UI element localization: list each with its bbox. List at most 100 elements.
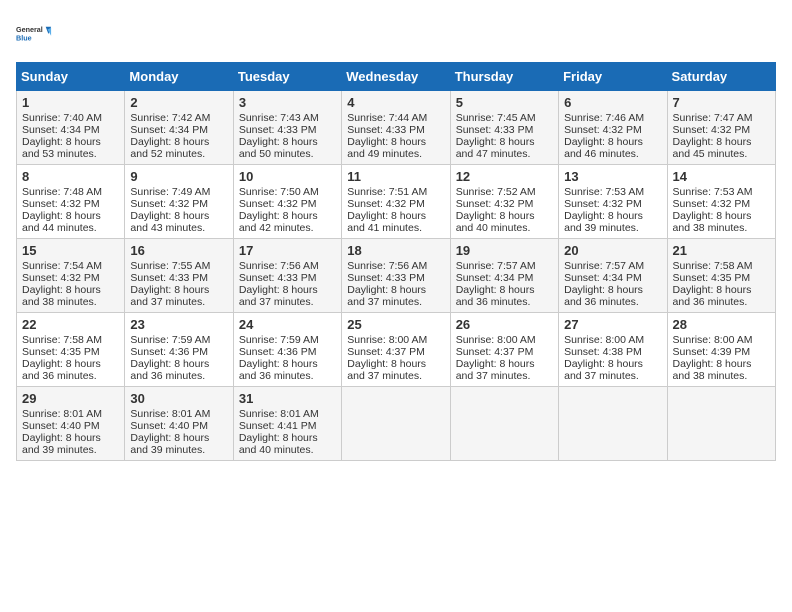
- day-info: and 36 minutes.: [673, 296, 770, 308]
- calendar-cell: 9Sunrise: 7:49 AMSunset: 4:32 PMDaylight…: [125, 165, 233, 239]
- day-info: Sunset: 4:39 PM: [673, 346, 770, 358]
- calendar-cell: 29Sunrise: 8:01 AMSunset: 4:40 PMDayligh…: [17, 387, 125, 461]
- day-number: 11: [347, 169, 444, 184]
- day-info: Sunrise: 7:40 AM: [22, 112, 119, 124]
- day-info: and 52 minutes.: [130, 148, 227, 160]
- day-info: Daylight: 8 hours: [673, 358, 770, 370]
- calendar-cell: 15Sunrise: 7:54 AMSunset: 4:32 PMDayligh…: [17, 239, 125, 313]
- calendar-cell: 20Sunrise: 7:57 AMSunset: 4:34 PMDayligh…: [559, 239, 667, 313]
- day-info: Sunset: 4:37 PM: [347, 346, 444, 358]
- day-info: Sunset: 4:34 PM: [22, 124, 119, 136]
- day-info: Daylight: 8 hours: [239, 284, 336, 296]
- day-info: and 39 minutes.: [564, 222, 661, 234]
- day-info: and 36 minutes.: [130, 370, 227, 382]
- day-info: Daylight: 8 hours: [239, 432, 336, 444]
- calendar-cell: [559, 387, 667, 461]
- day-number: 21: [673, 243, 770, 258]
- day-info: Sunset: 4:32 PM: [673, 124, 770, 136]
- day-number: 16: [130, 243, 227, 258]
- day-info: Sunrise: 8:00 AM: [347, 334, 444, 346]
- logo: GeneralBlue: [16, 16, 52, 52]
- calendar-cell: [450, 387, 558, 461]
- day-info: Sunrise: 7:46 AM: [564, 112, 661, 124]
- day-number: 20: [564, 243, 661, 258]
- day-info: Sunrise: 8:01 AM: [130, 408, 227, 420]
- day-info: Daylight: 8 hours: [456, 136, 553, 148]
- day-info: Daylight: 8 hours: [239, 136, 336, 148]
- day-info: Daylight: 8 hours: [564, 358, 661, 370]
- day-info: Sunset: 4:40 PM: [22, 420, 119, 432]
- calendar-cell: 26Sunrise: 8:00 AMSunset: 4:37 PMDayligh…: [450, 313, 558, 387]
- day-number: 15: [22, 243, 119, 258]
- day-info: Sunset: 4:36 PM: [130, 346, 227, 358]
- day-info: Daylight: 8 hours: [347, 358, 444, 370]
- day-info: Sunrise: 7:59 AM: [130, 334, 227, 346]
- day-info: Daylight: 8 hours: [22, 210, 119, 222]
- day-info: Daylight: 8 hours: [130, 432, 227, 444]
- day-info: Sunset: 4:32 PM: [22, 272, 119, 284]
- day-info: and 50 minutes.: [239, 148, 336, 160]
- day-info: Sunrise: 7:51 AM: [347, 186, 444, 198]
- day-number: 12: [456, 169, 553, 184]
- day-info: Daylight: 8 hours: [130, 284, 227, 296]
- day-info: Sunset: 4:32 PM: [130, 198, 227, 210]
- day-number: 5: [456, 95, 553, 110]
- day-number: 31: [239, 391, 336, 406]
- day-info: and 36 minutes.: [456, 296, 553, 308]
- day-info: and 37 minutes.: [130, 296, 227, 308]
- day-info: and 38 minutes.: [673, 222, 770, 234]
- weekday-header-tuesday: Tuesday: [233, 63, 341, 91]
- calendar-cell: 18Sunrise: 7:56 AMSunset: 4:33 PMDayligh…: [342, 239, 450, 313]
- day-info: Sunrise: 8:00 AM: [564, 334, 661, 346]
- day-number: 4: [347, 95, 444, 110]
- day-info: and 38 minutes.: [673, 370, 770, 382]
- day-info: Sunset: 4:32 PM: [347, 198, 444, 210]
- weekday-header-wednesday: Wednesday: [342, 63, 450, 91]
- day-info: Sunrise: 7:53 AM: [564, 186, 661, 198]
- day-info: Sunrise: 7:52 AM: [456, 186, 553, 198]
- day-info: and 46 minutes.: [564, 148, 661, 160]
- calendar-cell: 31Sunrise: 8:01 AMSunset: 4:41 PMDayligh…: [233, 387, 341, 461]
- calendar-cell: 10Sunrise: 7:50 AMSunset: 4:32 PMDayligh…: [233, 165, 341, 239]
- day-number: 19: [456, 243, 553, 258]
- day-info: Sunset: 4:36 PM: [239, 346, 336, 358]
- day-info: Daylight: 8 hours: [564, 136, 661, 148]
- day-number: 24: [239, 317, 336, 332]
- day-info: Sunrise: 7:57 AM: [564, 260, 661, 272]
- day-info: and 39 minutes.: [130, 444, 227, 456]
- day-info: Daylight: 8 hours: [130, 210, 227, 222]
- day-info: Sunset: 4:41 PM: [239, 420, 336, 432]
- calendar-cell: 3Sunrise: 7:43 AMSunset: 4:33 PMDaylight…: [233, 91, 341, 165]
- day-number: 13: [564, 169, 661, 184]
- day-info: Sunset: 4:32 PM: [22, 198, 119, 210]
- day-info: and 53 minutes.: [22, 148, 119, 160]
- day-info: Sunrise: 7:49 AM: [130, 186, 227, 198]
- day-info: Daylight: 8 hours: [564, 210, 661, 222]
- day-number: 6: [564, 95, 661, 110]
- calendar-cell: 12Sunrise: 7:52 AMSunset: 4:32 PMDayligh…: [450, 165, 558, 239]
- day-info: Daylight: 8 hours: [456, 358, 553, 370]
- day-number: 8: [22, 169, 119, 184]
- day-number: 7: [673, 95, 770, 110]
- weekday-header-thursday: Thursday: [450, 63, 558, 91]
- day-info: Sunrise: 7:59 AM: [239, 334, 336, 346]
- day-info: Daylight: 8 hours: [130, 136, 227, 148]
- day-info: Daylight: 8 hours: [347, 210, 444, 222]
- day-info: Sunrise: 7:47 AM: [673, 112, 770, 124]
- day-info: Sunset: 4:35 PM: [22, 346, 119, 358]
- day-info: Sunrise: 7:58 AM: [673, 260, 770, 272]
- logo-icon: GeneralBlue: [16, 16, 52, 52]
- day-info: Sunset: 4:33 PM: [347, 272, 444, 284]
- calendar-cell: 25Sunrise: 8:00 AMSunset: 4:37 PMDayligh…: [342, 313, 450, 387]
- calendar-cell: 22Sunrise: 7:58 AMSunset: 4:35 PMDayligh…: [17, 313, 125, 387]
- day-info: Sunset: 4:37 PM: [456, 346, 553, 358]
- day-info: and 45 minutes.: [673, 148, 770, 160]
- day-info: and 41 minutes.: [347, 222, 444, 234]
- day-number: 27: [564, 317, 661, 332]
- day-info: Daylight: 8 hours: [22, 136, 119, 148]
- day-number: 23: [130, 317, 227, 332]
- page-header: GeneralBlue: [16, 16, 776, 52]
- day-info: Sunrise: 8:00 AM: [673, 334, 770, 346]
- day-info: Sunrise: 7:48 AM: [22, 186, 119, 198]
- day-info: Sunset: 4:32 PM: [673, 198, 770, 210]
